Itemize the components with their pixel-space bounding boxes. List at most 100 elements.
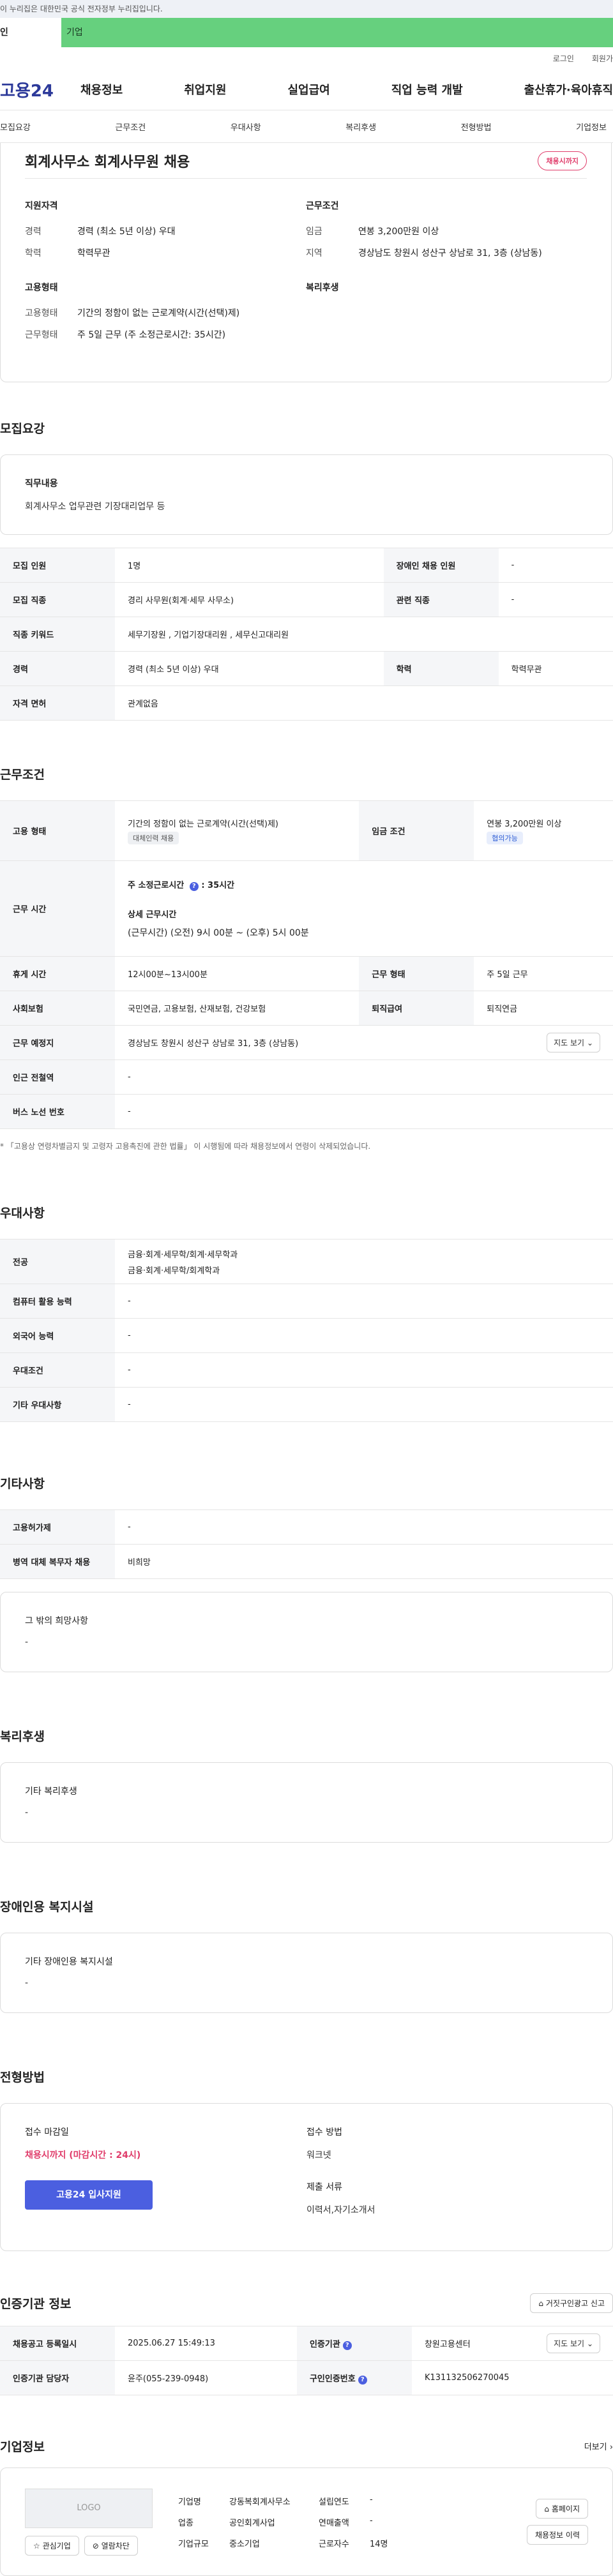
table-value: 주 소정근로시간 ? : 35시간 상세 근무시간 (근무시간) (오전) 9시…: [115, 860, 613, 957]
field-value: -: [370, 2515, 373, 2526]
table-row: 직종 키워드 세무기장원 , 기업기장대리원 , 세무신고대리원: [0, 617, 613, 652]
chevron-down-icon: ⌄: [586, 1038, 593, 1047]
block-company-button[interactable]: ⊘ 열람차단: [84, 2535, 138, 2556]
gov-strip: 이 누리집은 대한민국 공식 전자정부 누리집입니다.: [0, 0, 613, 18]
summary-row: 경력 경력 (최소 5년 이상) 우대: [25, 225, 306, 237]
table-row: 자격 면허 관계없음: [0, 685, 613, 721]
block-icon: ⊘: [92, 2541, 99, 2550]
table-key: 직종 키워드: [0, 617, 115, 652]
gnb-item-training[interactable]: 직업 능력 개발: [391, 81, 463, 98]
major-value: 금융·회계·세무학/회계·세무학과: [128, 1250, 238, 1260]
weekly-hours-value: : 35시간: [201, 881, 235, 890]
table-key: 전공: [0, 1239, 115, 1284]
gnb-item-jobs[interactable]: 채용정보: [80, 81, 123, 98]
place-value: 경상남도 창원시 성산구 상남로 31, 3층 (상남동): [128, 1039, 299, 1049]
company-logo: LOGO: [25, 2488, 153, 2528]
table-value: 창원고용센터 지도 보기 ⌄: [411, 2326, 613, 2361]
table-value: 경력 (최소 5년 이상) 우대: [115, 651, 384, 686]
join-link[interactable]: 회원가: [592, 53, 613, 64]
deadline-heading: 접수 마감일: [25, 2127, 69, 2138]
disabled-box: 기타 장애인용 복지시설 -: [0, 1933, 613, 2013]
recruit-section-title: 모집요강: [0, 422, 45, 436]
table-value: K131132506270045: [411, 2360, 613, 2395]
table-value: 비희망: [115, 1544, 613, 1579]
summary-row: 근무형태 주 5일 근무 (주 소정근로시간: 35시간): [25, 328, 306, 341]
recruit-table: 모집 인원 1명 장애인 채용 인원 - 모집 직종 경리 사무원(회계·세무 사무소)…: [0, 548, 613, 721]
condition-heading: 근무조건: [306, 201, 339, 211]
method-value: 워크넷: [306, 2150, 331, 2160]
table-key: 버스 노선 번호: [0, 1094, 115, 1129]
table-value: 금융·회계·세무학/회계·세무학과 금융·회계·세무학/회계학과: [115, 1239, 613, 1284]
emp-type-value: 기간의 정함이 없는 근로계약(시간(선택)제): [128, 820, 279, 829]
deadline-value: 채용시까지 (마감시간 : 24시): [25, 2150, 141, 2160]
summary-key: 학력: [25, 248, 42, 258]
more-link-label: 더보기: [584, 2443, 607, 2452]
summary-key: 근무형태: [25, 330, 58, 340]
anchor-company[interactable]: 기업정보: [576, 121, 607, 133]
history-button[interactable]: 채용정보 이력: [526, 2525, 588, 2545]
summary-key: 경력: [25, 227, 42, 237]
site-logo[interactable]: 고용24: [0, 78, 80, 101]
homepage-button[interactable]: ⌂ 홈페이지: [536, 2499, 588, 2519]
info-icon[interactable]: ?: [342, 2340, 352, 2350]
disabled-section-title: 장애인용 복지시설: [0, 1900, 94, 1914]
welfare-box-value: -: [25, 1808, 29, 1818]
documents-heading: 제출 서류: [306, 2182, 342, 2192]
table-key: 컴퓨터 활용 능력: [0, 1284, 115, 1319]
table-value: 관계없음: [115, 685, 613, 721]
conditions-table: 고용 형태 기간의 정함이 없는 근로계약(시간(선택)제) 대체인력 채용 임금…: [0, 800, 613, 1129]
table-key: 근무 예정지: [0, 1025, 115, 1060]
favorite-company-button[interactable]: ☆ 관심기업: [25, 2535, 79, 2556]
more-link[interactable]: 더보기 ›: [584, 2440, 613, 2452]
detail-hours-value: (근무시간) (오전) 9시 00분 ~ (오후) 5시 00분: [128, 928, 309, 938]
anchor-recruit[interactable]: 모집요강: [0, 121, 31, 133]
duty-heading: 직무내용: [25, 479, 58, 489]
table-key: 근무 시간: [0, 860, 115, 957]
table-value: -: [498, 548, 613, 583]
report-button[interactable]: ⌂ 거짓구인광고 신고: [530, 2293, 613, 2313]
summary-value: 경상남도 창원시 성산구 상남로 31, 3층 (상남동): [358, 248, 542, 258]
info-icon[interactable]: ?: [189, 882, 199, 891]
table-key: 구인인증번호?: [296, 2360, 412, 2395]
table-value: -: [115, 1284, 613, 1319]
table-row: 모집 직종 경리 사무원(회계·세무 사무소) 관련 직종 -: [0, 582, 613, 617]
info-icon[interactable]: ?: [358, 2375, 367, 2385]
gnb-item-employment[interactable]: 취업지원: [184, 81, 226, 98]
tab-corporate[interactable]: 기업: [61, 18, 613, 47]
login-link[interactable]: 로그인: [553, 53, 574, 64]
etc-section-title: 기타사항: [0, 1477, 45, 1491]
duty-box: 직무내용 회계사무소 업무관련 기장대리업무 등: [0, 454, 613, 535]
table-row: 기타 우대사항 -: [0, 1387, 613, 1422]
tab-individual[interactable]: 인: [0, 18, 61, 47]
anchor-preferences[interactable]: 우대사항: [231, 121, 261, 133]
field-key: 근로자수: [319, 2539, 349, 2549]
table-row: 근무 예정지 경상남도 창원시 성산구 상남로 31, 3층 (상남동) 지도 보기…: [0, 1025, 613, 1060]
table-row: 사회보험 국민연금, 고용보험, 산재보험, 건강보험 퇴직급여 퇴직연금: [0, 991, 613, 1026]
map-button[interactable]: 지도 보기 ⌄: [547, 1033, 600, 1052]
duty-text: 회계사무소 업무관련 기장대리업무 등: [25, 502, 165, 512]
table-key: 고용 형태: [0, 800, 115, 861]
gnb-item-benefits[interactable]: 실업급여: [288, 81, 330, 98]
field-key: 업종: [178, 2518, 193, 2528]
field-value: 14명: [370, 2539, 388, 2549]
anchor-welfare[interactable]: 복리후생: [345, 121, 376, 133]
other-wishes-box: 그 밖의 희망사항 -: [0, 1592, 613, 1672]
cert-agency-label: 인증기관: [309, 2339, 340, 2349]
user-type-tabs: 인 기업: [0, 18, 613, 47]
table-value: -: [115, 1318, 613, 1353]
table-row: 인근 전철역 -: [0, 1060, 613, 1095]
anchor-process[interactable]: 전형방법: [461, 121, 492, 133]
table-value: 윤주(055-239-0948): [115, 2360, 297, 2395]
gnb-item-leave[interactable]: 출산휴가·육아휴직: [524, 81, 613, 98]
preferences-section-title: 우대사항: [0, 1206, 45, 1220]
home-icon: ⌂: [544, 2505, 549, 2513]
table-row: 전공 금융·회계·세무학/회계·세무학과 금융·회계·세무학/회계학과: [0, 1239, 613, 1284]
table-key: 휴게 시간: [0, 956, 115, 991]
apply-button[interactable]: 고용24 입사지원: [25, 2180, 153, 2210]
favorite-label: 관심기업: [42, 2541, 71, 2550]
welfare-box-heading: 기타 복리후생: [25, 1786, 77, 1797]
table-key: 장애인 채용 인원: [383, 548, 499, 583]
cert-map-button[interactable]: 지도 보기 ⌄: [547, 2333, 600, 2353]
table-row: 컴퓨터 활용 능력 -: [0, 1284, 613, 1319]
anchor-conditions[interactable]: 근무조건: [115, 121, 146, 133]
